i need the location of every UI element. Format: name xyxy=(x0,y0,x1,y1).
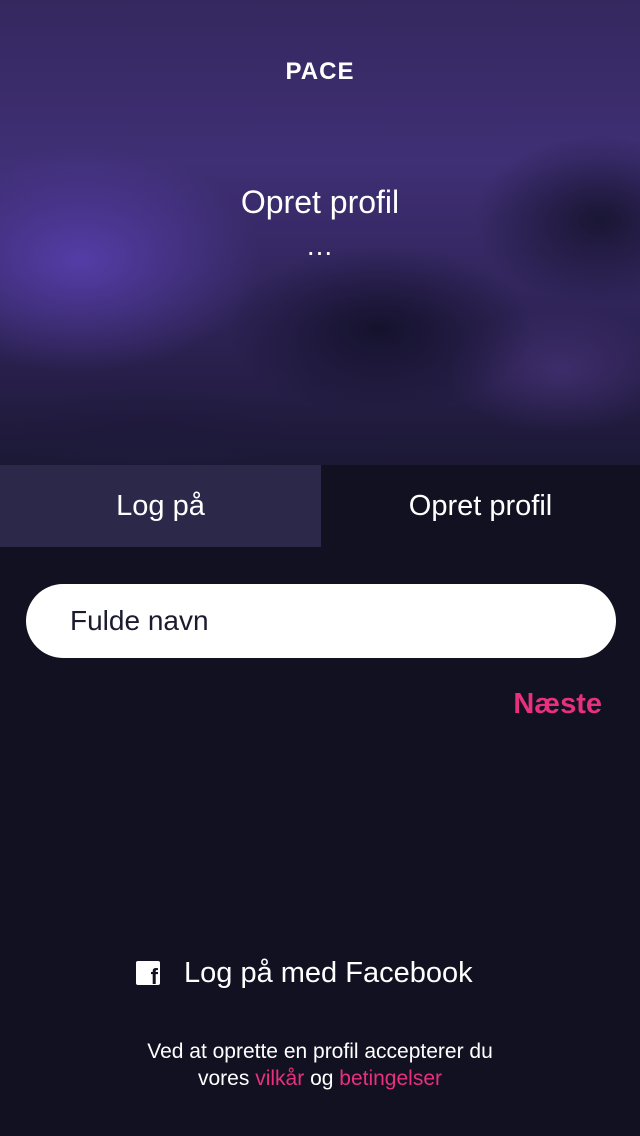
hero-dots: ... xyxy=(306,230,334,261)
tab-login[interactable]: Log på xyxy=(0,465,321,547)
tab-signup[interactable]: Opret profil xyxy=(321,465,640,547)
full-name-input[interactable] xyxy=(26,584,616,658)
brand-logo: PACE xyxy=(285,58,355,85)
terms-middle: og xyxy=(310,1067,334,1090)
facebook-login-label: Log på med Facebook xyxy=(184,956,473,989)
terms-line2: vores vilkår og betingelser xyxy=(0,1065,640,1092)
conditions-link[interactable]: betingelser xyxy=(339,1067,442,1090)
signup-screen: PACE Opret profil ... Log på Opret profi… xyxy=(0,0,640,1136)
terms-line1: Ved at oprette en profil accepterer du xyxy=(147,1040,493,1063)
terms-link[interactable]: vilkår xyxy=(255,1067,304,1090)
next-button[interactable]: Næste xyxy=(513,688,602,721)
facebook-login-button[interactable]: f Log på med Facebook xyxy=(136,950,473,996)
hero-banner: PACE Opret profil ... xyxy=(0,0,640,466)
hero-title: Opret profil xyxy=(240,184,400,220)
terms-text: Ved at oprette en profil accepterer du v… xyxy=(0,1038,640,1092)
auth-tabs: Log på Opret profil xyxy=(0,465,640,547)
facebook-icon: f xyxy=(136,961,160,988)
terms-prefix: vores xyxy=(198,1067,250,1090)
